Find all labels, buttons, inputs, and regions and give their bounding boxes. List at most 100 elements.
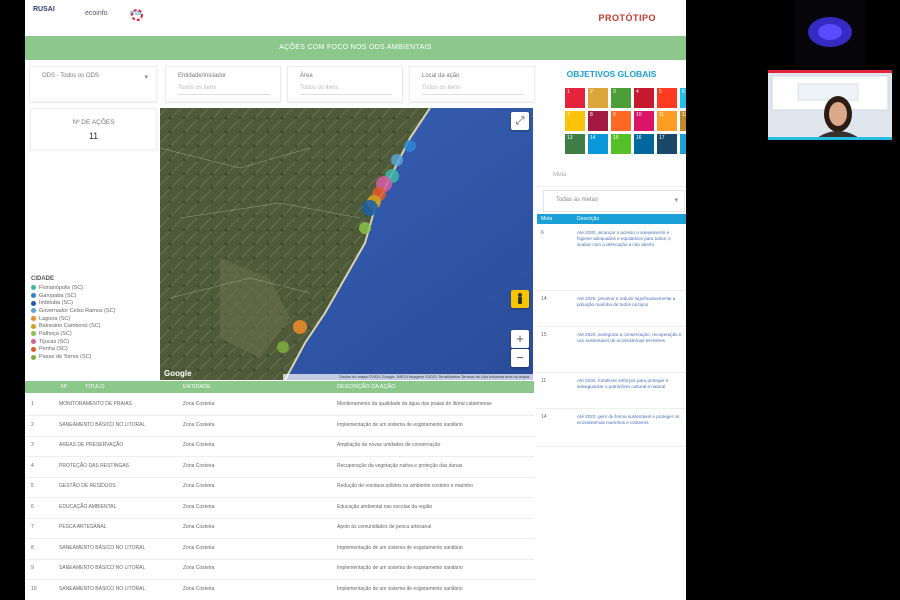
fullscreen-button[interactable]: ⤢ [511,112,529,130]
participant-video[interactable] [768,70,892,140]
goal-search-placeholder: Meta [553,172,567,178]
col-header-description[interactable]: DESCRIÇÃO DA AÇÃO [337,384,395,390]
goal-search-input[interactable]: Meta [537,166,686,187]
col-header-title[interactable]: TÍTULO [85,384,105,390]
goal-row[interactable]: 6 Até 2030, alcançar o acesso a saneament… [537,226,686,291]
map-marker[interactable] [362,200,378,216]
legend-item[interactable]: Garopaba (SC) [31,292,159,300]
input-underline [300,94,392,95]
table-row[interactable]: 3 ÁREAS DE PRESERVAÇÃO Zona Costeira Amplia… [25,435,534,457]
location-filter[interactable]: Local da ação Todos os itens [409,66,535,102]
sdg-tile[interactable]: 2 [588,88,608,108]
pegman-button[interactable] [511,290,529,308]
sdg-tile[interactable]: 14 [588,134,608,154]
sdg-tile[interactable]: 12 [680,111,686,131]
actions-count-value: 11 [88,131,99,141]
sdg-tile[interactable]: 4 [634,88,654,108]
participant-video-dark[interactable] [795,0,865,68]
goal-row[interactable]: 14 Até 2020, gerir de forma sustentável e… [537,410,686,447]
table-row[interactable]: 9 SANEAMENTO BÁSICO NO LITORAL Zona Costei… [25,558,534,580]
row-title: PROTEÇÃO DAS RESTINGAS [59,462,130,469]
row-entity: Zona Costeira [183,401,215,407]
sdg-tile[interactable]: 15 [611,134,631,154]
sdg-tile[interactable]: 13 [565,134,585,154]
map-marker[interactable] [277,341,289,353]
table-row[interactable]: 1 MONITORAMENTO DE PRAIAS Zona Costeira Mon… [25,394,534,416]
map-view[interactable]: ⤢ + − Google Dados do mapa ©2021 Google,… [160,108,533,380]
goal-text[interactable]: Até 2025, prevenir e reduzir significati… [577,296,682,308]
legend-label: Penha (SC) [39,346,68,353]
table-row[interactable]: 2 SANEAMENTO BÁSICO NO LITORAL Zona Costei… [25,415,534,437]
area-filter[interactable]: Área Todos os itens [287,66,403,102]
col-header-entity[interactable]: ENTIDADE [183,384,211,390]
goal-row[interactable]: 11 Até 2030, fortalecer esforços para pro… [537,374,686,409]
legend-item[interactable]: Tijucas (SC) [31,338,159,346]
table-row[interactable]: 8 SANEAMENTO BÁSICO NO LITORAL Zona Costei… [25,538,534,560]
sdg-tile[interactable]: 10 [634,111,654,131]
sdg-tile[interactable]: 3 [611,88,631,108]
legend-label: Tijucas (SC) [39,338,70,345]
legend-item[interactable]: Penha (SC) [31,346,159,354]
row-description: Recuperação da vegetação nativa e proteç… [337,462,463,469]
goal-text[interactable]: Até 2030, fortalecer esforços para prote… [577,378,682,390]
goal-text[interactable]: Até 2030, alcançar o acesso a saneamento… [577,230,682,248]
zoom-in-button[interactable]: + [511,330,529,348]
ods-filter[interactable]: ODS - Todos os ODS ▾ [29,66,157,102]
goal-text[interactable]: Até 2020, assegurar a conservação, recup… [577,332,682,344]
sdg-tile[interactable] [680,134,686,154]
row-title: SANEAMENTO BÁSICO NO LITORAL [59,565,146,571]
goal-num: 14 [541,296,547,302]
sdg-tile[interactable]: 5 [657,88,677,108]
map-marker[interactable] [359,222,371,234]
zoom-out-button[interactable]: − [511,349,529,367]
col-header-num[interactable]: Nº [61,384,67,390]
sdg-tile[interactable]: 9 [611,111,631,131]
legend-item[interactable]: Governador Celso Ramos (SC) [31,307,159,315]
city-legend: CIDADE Florianópolis (SC) Garopaba (SC) Im… [31,276,159,361]
sdg-tile[interactable]: 17 [657,134,677,154]
entity-filter-label: Entidade/Iniciador [178,73,227,79]
sdg-tile[interactable]: 8 [588,111,608,131]
map-marker[interactable] [391,154,403,166]
map-marker[interactable] [293,320,307,334]
row-title: GESTÃO DE RESÍDUOS [59,483,116,489]
map-marker[interactable] [404,140,416,152]
row-entity: Zona Costeira [183,565,215,571]
sdg-tile[interactable]: 11 [657,111,677,131]
entity-filter[interactable]: Entidade/Iniciador Todos os itens [165,66,281,102]
sdg-tile[interactable]: 7 [565,111,585,131]
table-row[interactable]: 5 GESTÃO DE RESÍDUOS Zona Costeira Redução … [25,476,534,498]
goals-col-num[interactable]: Meta [541,216,552,222]
goal-text[interactable]: Até 2020, gerir de forma sustentável e p… [577,414,682,426]
legend-item[interactable]: Laguna (SC) [31,315,159,323]
legend-item[interactable]: Imbituba (SC) [31,299,159,307]
input-underline [422,94,524,95]
legend-item[interactable]: Balneário Camboriú (SC) [31,322,159,330]
table-row[interactable]: 10 SANEAMENTO BÁSICO NO LITORAL Zona Coste… [25,579,534,600]
map-attribution[interactable]: Dados do mapa ©2021 Google, INEGI Imagen… [283,374,533,380]
goal-row[interactable]: 15 Até 2020, assegurar a conservação, rec… [537,328,686,373]
satellite-map[interactable] [160,108,533,380]
row-num: 4 [31,462,34,469]
row-entity: Zona Costeira [183,503,215,510]
table-row[interactable]: 4 PROTEÇÃO DAS RESTINGAS Zona Costeira Recu… [25,456,534,478]
goal-select[interactable]: Todas as metas ▾ [543,190,685,212]
row-description: Monitoramento da qualidade da água das p… [337,401,492,407]
table-row[interactable]: 6 EDUCAÇÃO AMBIENTAL Zona Costeira Educação… [25,497,534,519]
goal-row[interactable]: 14 Até 2025, prevenir e reduzir significa… [537,292,686,327]
row-entity: Zona Costeira [183,544,215,551]
legend-item[interactable]: Palhoça (SC) [31,330,159,338]
sdg-tile[interactable]: 6 [680,88,686,108]
input-underline [178,94,270,95]
goal-num: 15 [541,332,547,338]
legend-item[interactable]: Florianópolis (SC) [31,284,159,292]
sdg-tile-number: 10 [636,112,642,118]
row-entity: Zona Costeira [183,442,215,448]
goals-col-desc[interactable]: Descrição [577,216,599,222]
sdg-tile[interactable]: 16 [634,134,654,154]
sdg-tile[interactable]: 1 [565,88,585,108]
row-num: 2 [31,421,34,428]
legend-item[interactable]: Passo de Torres (SC) [31,353,159,361]
legend-label: Governador Celso Ramos (SC) [39,307,116,314]
table-row[interactable]: 7 PESCA ARTESANAL Zona Costeira Apoio às co… [25,517,534,539]
